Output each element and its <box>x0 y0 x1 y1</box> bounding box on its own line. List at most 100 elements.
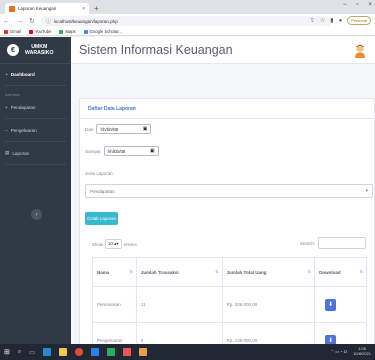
reload-icon[interactable]: ↻ <box>29 17 35 25</box>
search-input[interactable] <box>318 237 366 249</box>
column-header-jumlah-transaksi[interactable]: Jumlah Transaksi ⇅ <box>135 257 223 287</box>
gmail-icon <box>4 29 8 34</box>
sort-icon: ⇅ <box>129 269 133 274</box>
browser-tab[interactable]: Laporan Keuangan × <box>5 3 89 14</box>
sidebar-item-pengeluaran[interactable]: − Pengeluaran <box>0 123 71 137</box>
star-icon[interactable]: ☆ <box>320 17 325 24</box>
os-taskbar: ⊞ ⌕ ▭ ⌃ ▭ ◔ ☊ 1:05 10/8/2021 <box>0 344 375 360</box>
entries-label: entries <box>123 241 137 247</box>
brand-text: UMKM WARASIKO <box>25 44 54 57</box>
sidebar-icon[interactable]: ▮ <box>330 17 333 24</box>
dari-date-value: hh/bb/tttt <box>100 126 119 132</box>
bookmark-youtube[interactable]: YouTube <box>28 29 52 34</box>
window-controls: − ▫ × <box>343 2 372 8</box>
bookmark-label: YouTube <box>34 29 52 34</box>
file-explorer-icon[interactable] <box>58 348 67 356</box>
maps-icon <box>59 29 64 34</box>
sidebar-toggle-button[interactable]: ‹ <box>31 209 42 220</box>
close-tab-icon[interactable]: × <box>82 6 85 12</box>
column-header-jumlah-total-uang[interactable]: Jumlah Total Uang ⇅ <box>221 257 316 287</box>
main-content: Daftar Data Laporan Dari hh/bb/tttt ▣ Sa… <box>71 64 375 344</box>
column-header-nama[interactable]: Nama ⇅ <box>92 257 137 287</box>
app-icon-2[interactable] <box>90 348 99 356</box>
sidebar-item-label: Pendapatan <box>10 104 36 110</box>
bookmark-scholar[interactable]: Google Scholar... <box>83 29 122 34</box>
forward-icon[interactable]: → <box>16 18 23 25</box>
card-header: Daftar Data Laporan <box>80 99 374 119</box>
app-icon-4[interactable] <box>122 348 131 356</box>
brand[interactable]: € UMKM WARASIKO <box>0 37 71 64</box>
header-label: Download <box>319 269 341 275</box>
app-icon-3[interactable] <box>106 348 115 356</box>
task-view-icon[interactable]: ▭ <box>29 349 35 356</box>
clock-date: 10/8/2021 <box>353 351 371 356</box>
download-button[interactable]: ⬇ <box>325 334 337 344</box>
sort-icon: ⇅ <box>307 269 312 274</box>
sampai-date-value: hh/bb/tttt <box>107 148 126 154</box>
sidebar-item-dashboard[interactable]: ◔ Dashboard <box>0 67 71 81</box>
entries-length-control: Show 10 ▴▾ entries <box>92 239 137 249</box>
search-icon[interactable]: ⌕ <box>18 349 21 356</box>
sampai-date-input[interactable]: hh/bb/tttt ▣ <box>103 146 159 156</box>
download-button[interactable]: ⬇ <box>325 298 337 311</box>
back-icon[interactable]: ← <box>3 18 10 25</box>
cell-jumlah-transaksi: 5 <box>135 322 223 344</box>
page-title: Sistem Informasi Keuangan <box>79 43 233 57</box>
cell-jumlah-total-uang: Rp. 139.000,00 <box>221 322 316 344</box>
jenis-laporan-value: Pendapatan <box>90 188 115 194</box>
youtube-icon <box>28 29 33 34</box>
sidebar-item-laporan[interactable]: ▤ Laporan <box>0 146 71 160</box>
bookmark-label: Maps <box>65 29 76 34</box>
app-icon-5[interactable] <box>138 348 147 356</box>
cell-download: ⬇ <box>314 322 367 344</box>
download-icon: ⬇ <box>328 338 334 344</box>
start-icon[interactable]: ⊞ <box>4 348 10 356</box>
column-header-download[interactable]: Download ⇅ <box>314 257 367 287</box>
cetak-laporan-button[interactable]: Cetak Laporan <box>85 212 118 225</box>
profile-icon[interactable]: ● <box>339 18 343 24</box>
favicon-icon <box>9 5 15 12</box>
sidebar-divider <box>5 141 66 142</box>
jenis-laporan-select[interactable]: Pendapatan ▾ <box>85 184 373 198</box>
jenis-laporan-label: Jenis Laporan <box>85 171 113 176</box>
app-icon-1[interactable] <box>42 348 51 356</box>
header-label: Jumlah Transaksi <box>140 269 179 275</box>
dari-date-input[interactable]: hh/bb/tttt ▣ <box>96 124 152 134</box>
calendar-icon[interactable]: ▣ <box>143 126 148 132</box>
close-window-icon[interactable]: × <box>368 2 372 8</box>
url-field[interactable]: ⓘ localhost/keuangan/laporan.php <box>40 16 332 26</box>
tray-icons[interactable]: ⌃ ▭ ◔ ☊ <box>331 349 347 354</box>
maximize-icon[interactable]: ▫ <box>356 2 358 8</box>
share-icon[interactable]: ⇪ <box>310 17 315 24</box>
cell-download: ⬇ <box>314 286 367 323</box>
user-avatar-icon[interactable] <box>354 44 366 58</box>
entries-length-value: 10 <box>107 241 113 246</box>
header-label: Jumlah Total Uang <box>226 269 267 275</box>
brand-logo-icon: € <box>7 44 19 56</box>
table-header-row: Nama ⇅ Jumlah Transaksi ⇅ Jumlah Total Uan… <box>92 257 367 287</box>
sidebar: € UMKM WARASIKO ◔ Dashboard Interface + … <box>0 37 71 344</box>
bookmark-maps[interactable]: Maps <box>59 29 76 34</box>
dashboard-icon: ◔ <box>5 71 8 77</box>
chevron-down-icon: ▾ <box>365 188 368 193</box>
clock[interactable]: 1:05 10/8/2021 <box>353 346 371 356</box>
sidebar-divider <box>5 118 66 119</box>
bookmark-label: Google Scholar... <box>89 29 122 34</box>
sidebar-item-label: Dashboard <box>10 71 35 77</box>
table-row: Pemasukan 11 Rp. 336.000,00 ⬇ <box>92 286 367 323</box>
minimize-icon[interactable]: − <box>343 2 347 8</box>
sidebar-item-pendapatan[interactable]: + Pendapatan <box>0 100 71 114</box>
chrome-icon[interactable] <box>74 348 83 356</box>
new-tab-icon[interactable]: + <box>94 4 99 13</box>
entries-length-select[interactable]: 10 ▴▾ <box>104 239 122 249</box>
minus-icon: − <box>5 127 8 133</box>
bookmark-gmail[interactable]: Gmail <box>4 29 21 34</box>
browser-tab-bar: Laporan Keuangan × + − ▫ × <box>0 0 375 14</box>
report-table: Nama ⇅ Jumlah Transaksi ⇅ Jumlah Total Uan… <box>92 257 367 344</box>
address-bar-actions: ⇪ ☆ ▮ ● Personal <box>310 16 371 25</box>
calendar-icon[interactable]: ▣ <box>150 148 155 154</box>
sidebar-item-label: Pengeluaran <box>10 127 37 133</box>
chevron-left-icon: ‹ <box>35 211 38 218</box>
report-icon: ▤ <box>5 150 10 155</box>
profile-button[interactable]: Personal <box>347 16 371 25</box>
